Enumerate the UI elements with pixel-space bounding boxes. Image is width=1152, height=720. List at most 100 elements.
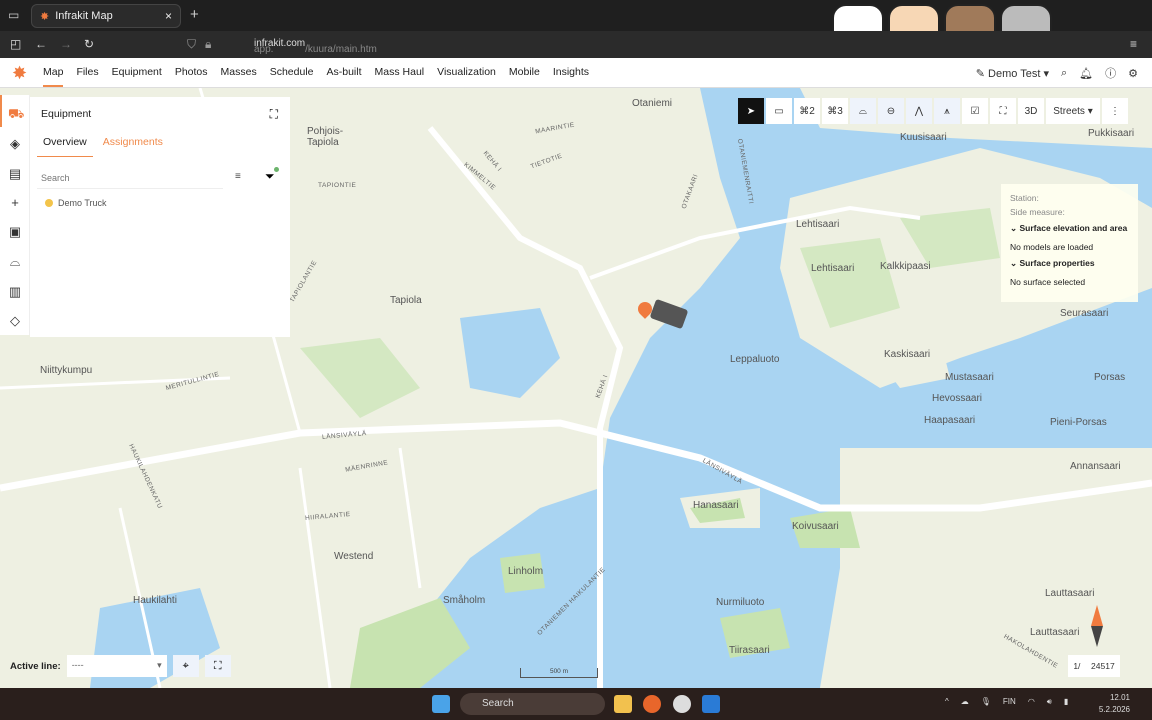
help-icon[interactable]: ⓘ: [1105, 65, 1116, 81]
item-label: Demo Truck: [58, 198, 107, 208]
menu-map[interactable]: Map: [43, 58, 64, 87]
place-label: Haukilahti: [133, 595, 177, 606]
slack-icon[interactable]: [673, 695, 691, 713]
points-icon[interactable]: +: [8, 196, 22, 210]
tab-assignments[interactable]: Assignments: [97, 131, 169, 157]
document-icon[interactable]: ▤: [8, 167, 22, 181]
new-tab-icon[interactable]: +: [190, 6, 199, 23]
bell-icon[interactable]: 🔔︎: [1079, 67, 1093, 80]
forward-icon[interactable]: →: [60, 37, 72, 51]
select-tool[interactable]: ➤: [738, 98, 764, 124]
fit-view-tool[interactable]: ⛶: [990, 98, 1016, 124]
menu-visualization[interactable]: Visualization: [437, 58, 496, 87]
station-pager[interactable]: 1/24517: [1068, 655, 1120, 677]
menu-photos[interactable]: Photos: [175, 58, 208, 87]
measure-tool[interactable]: ▭: [766, 98, 792, 124]
reload-icon[interactable]: ↻: [84, 37, 94, 51]
focus-icon[interactable]: ⛶: [270, 107, 278, 122]
menu-equipment[interactable]: Equipment: [112, 58, 162, 87]
tab-overview[interactable]: Overview: [37, 131, 93, 157]
road-label: TAPIONTIE: [318, 182, 357, 189]
language-indicator[interactable]: FIN: [1003, 697, 1016, 707]
outlook-icon[interactable]: [702, 695, 720, 713]
status-dot-icon: [45, 199, 53, 207]
profile-tool[interactable]: ⌓: [850, 98, 876, 124]
menu-mass-haul[interactable]: Mass Haul: [375, 58, 425, 87]
map-scale: 500 m: [520, 668, 598, 678]
clock[interactable]: 12.01 5.2.2026: [1099, 692, 1130, 716]
taskbar-search[interactable]: Search: [460, 693, 605, 715]
polygon-2-tool[interactable]: ⌘ 2: [794, 98, 820, 124]
compass-icon[interactable]: [1091, 605, 1103, 647]
gear-icon[interactable]: ⚙: [1128, 67, 1138, 80]
place-label: Kalkkipaasi: [880, 261, 931, 272]
photos-icon[interactable]: ▣: [8, 225, 22, 239]
url-bar[interactable]: app. infrakit.com/kuura/main.htm: [254, 38, 377, 55]
list-item[interactable]: Demo Truck: [45, 198, 107, 208]
map-land-park: [300, 338, 420, 418]
terrain-tool[interactable]: ⋀: [906, 98, 932, 124]
mic-icon[interactable]: 🎙︎: [981, 697, 991, 707]
map-book-icon[interactable]: ▥: [8, 285, 22, 299]
browser-tab[interactable]: ✸ Infrakit Map ×: [31, 4, 181, 28]
place-label: Lehtisaari: [796, 219, 840, 230]
place-label: Pieni-Porsas: [1050, 417, 1107, 428]
shield-icon: ⛉: [187, 37, 197, 51]
location-icon[interactable]: ⌖: [172, 655, 199, 677]
windows-start-icon[interactable]: [432, 695, 450, 713]
terrain-line-tool[interactable]: ⩚: [934, 98, 960, 124]
browser-tabbar: ▭ ✸ Infrakit Map × +: [0, 0, 1152, 44]
tab-overview-icon[interactable]: ▭: [8, 8, 19, 22]
place-label: Linholm: [508, 566, 544, 577]
equipment-icon[interactable]: ⛟: [8, 107, 24, 121]
menu-files[interactable]: Files: [76, 58, 98, 87]
sort-icon[interactable]: ≡: [235, 171, 241, 182]
menu-mobile[interactable]: Mobile: [509, 58, 540, 87]
infrakit-logo[interactable]: ✸: [12, 64, 30, 82]
main-menu: Map Files Equipment Photos Masses Schedu…: [43, 58, 589, 87]
battery-icon[interactable]: ▮: [1064, 697, 1068, 707]
place-label: Haapasaari: [924, 415, 976, 426]
place-label: Lehtisaari: [811, 263, 855, 274]
filter-icon[interactable]: ⏷: [265, 167, 279, 184]
no-models-text: No models are loaded: [1010, 242, 1094, 252]
basemap-select[interactable]: Streets ▾: [1046, 98, 1100, 124]
stack-icon[interactable]: ◇: [8, 314, 22, 328]
tab-title: Infrakit Map: [55, 10, 113, 22]
back-icon[interactable]: ←: [35, 37, 47, 51]
section-surface-properties[interactable]: ⌄ Surface properties: [1010, 258, 1129, 269]
focus-line-icon[interactable]: ⛶: [204, 655, 231, 677]
browser-navbar: ◰ ← → ↻ ⛉ 🔒︎ app. infrakit.com/kuura/main…: [0, 31, 1152, 58]
menu-icon[interactable]: ≡: [1130, 37, 1137, 51]
firefox-icon[interactable]: [643, 695, 661, 713]
wifi-icon[interactable]: ◠: [1028, 697, 1035, 707]
close-tab-icon[interactable]: ×: [165, 9, 172, 23]
user-project-selector[interactable]: ✎ Demo Test ▾: [976, 67, 1049, 80]
sidebar-toggle-icon[interactable]: ◰: [10, 37, 21, 51]
map-land-island: [820, 448, 1152, 688]
menu-insights[interactable]: Insights: [553, 58, 589, 87]
active-line-label: Active line:: [10, 660, 61, 672]
place-label: Kaskisaari: [884, 349, 931, 360]
profile-icon[interactable]: ⌓: [8, 255, 22, 269]
place-label: Otaniemi: [632, 98, 673, 109]
section-surface-elevation[interactable]: ⌄ Surface elevation and area: [1010, 223, 1129, 234]
onedrive-icon[interactable]: ☁: [961, 697, 969, 707]
infrakit-favicon-icon: ✸: [40, 10, 50, 23]
3d-button[interactable]: 3D: [1018, 98, 1044, 124]
polygon-3-tool[interactable]: ⌘ 3: [822, 98, 848, 124]
search-icon[interactable]: ⌕: [1061, 67, 1067, 80]
cross-section-tool[interactable]: ⊖: [878, 98, 904, 124]
file-explorer-icon[interactable]: [614, 695, 632, 713]
more-icon[interactable]: ⋮: [1102, 98, 1128, 124]
layers-icon[interactable]: ◈: [8, 137, 22, 151]
menu-masses[interactable]: Masses: [221, 58, 257, 87]
active-line-select[interactable]: ---- ▾: [66, 655, 167, 677]
place-label: Seurasaari: [1060, 308, 1109, 319]
search-input[interactable]: [37, 167, 223, 189]
tray-chevron-icon[interactable]: ^: [945, 697, 949, 707]
menu-schedule[interactable]: Schedule: [270, 58, 314, 87]
check-area-tool[interactable]: ☑: [962, 98, 988, 124]
volume-icon[interactable]: 🔊︎: [1047, 697, 1052, 707]
menu-as-built[interactable]: As-built: [327, 58, 362, 87]
